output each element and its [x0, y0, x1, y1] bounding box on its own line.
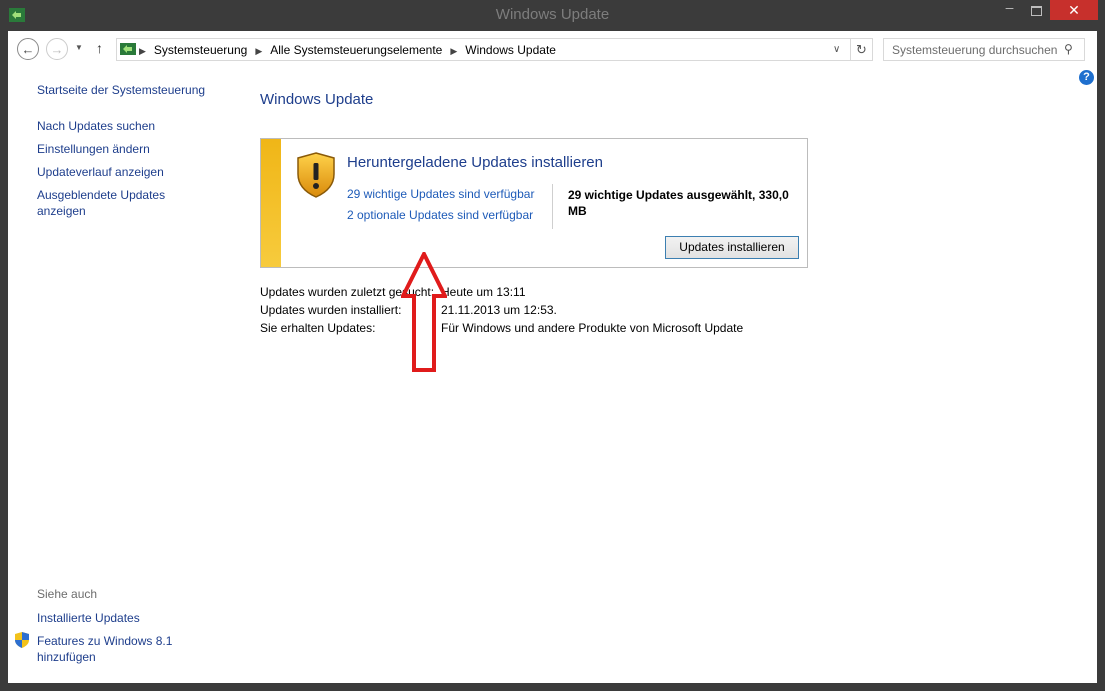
breadcrumb-systemsteuerung[interactable]: Systemsteuerung	[154, 43, 247, 57]
forward-button[interactable]: →	[46, 38, 68, 60]
sidebar-item-check-updates[interactable]: Nach Updates suchen	[37, 118, 155, 134]
back-button[interactable]: ←	[17, 38, 39, 60]
address-dropdown-icon[interactable]: ∨	[833, 44, 840, 55]
sidebar-item-update-history[interactable]: Updateverlauf anzeigen	[37, 164, 164, 180]
see-also-add-features[interactable]: Features zu Windows 8.1 hinzufügen	[37, 633, 187, 665]
update-source-label: Sie erhalten Updates:	[260, 321, 376, 335]
see-also-installed-updates[interactable]: Installierte Updates	[37, 610, 140, 626]
sidebar-item-hidden-updates[interactable]: Ausgeblendete Updates anzeigen	[37, 187, 177, 219]
search-icon[interactable]: ⚲	[1064, 42, 1073, 56]
sidebar-home-link[interactable]: Startseite der Systemsteuerung	[37, 82, 205, 98]
last-installed-label: Updates wurden installiert:	[260, 303, 402, 317]
breadcrumb-separator: ▶	[139, 46, 146, 56]
breadcrumb-alle-elemente[interactable]: Alle Systemsteuerungselemente	[270, 43, 442, 57]
up-button[interactable]: ↑	[96, 40, 103, 56]
help-icon[interactable]: ?	[1079, 70, 1094, 85]
warning-shield-icon	[297, 152, 335, 198]
last-checked-value: Heute um 13:11	[441, 285, 526, 299]
refresh-button[interactable]: ↻	[850, 39, 872, 60]
search-placeholder: Systemsteuerung durchsuchen	[892, 43, 1058, 57]
important-updates-link[interactable]: 29 wichtige Updates sind verfügbar	[347, 187, 534, 201]
panel-divider	[552, 184, 553, 229]
minimize-button[interactable]: –	[996, 0, 1023, 20]
recent-locations-dropdown[interactable]: ▼	[75, 43, 83, 52]
close-button[interactable]: ✕	[1050, 0, 1098, 20]
warning-stripe	[261, 139, 281, 267]
sidebar-item-change-settings[interactable]: Einstellungen ändern	[37, 141, 150, 157]
install-updates-button[interactable]: Updates installieren	[665, 236, 799, 259]
breadcrumb-separator[interactable]: ▶	[255, 46, 262, 56]
maximize-button[interactable]	[1023, 0, 1050, 20]
window: Windows Update – ✕ ← → ▼ ↑ ▶ Systemsteuer…	[0, 0, 1105, 691]
navigation-bar: ← → ▼ ↑ ▶ Systemsteuerung ▶ Alle Systemsteu…	[8, 31, 1097, 69]
client-area: ← → ▼ ↑ ▶ Systemsteuerung ▶ Alle Systemsteu…	[8, 31, 1097, 683]
breadcrumb-separator[interactable]: ▶	[450, 46, 457, 56]
panel-heading: Heruntergeladene Updates installieren	[347, 154, 603, 171]
breadcrumb-windows-update[interactable]: Windows Update	[465, 43, 556, 57]
update-status-panel: Heruntergeladene Updates installieren 29…	[260, 138, 808, 268]
selected-updates-summary: 29 wichtige Updates ausgewählt, 330,0 MB	[568, 188, 789, 218]
search-input[interactable]: Systemsteuerung durchsuchen ⚲	[883, 38, 1085, 61]
red-arrow-annotation	[401, 252, 447, 372]
window-title: Windows Update	[495, 6, 610, 23]
title-bar: Windows Update – ✕	[0, 0, 1105, 31]
uac-shield-icon	[15, 632, 29, 648]
optional-updates-link[interactable]: 2 optionale Updates sind verfügbar	[347, 208, 533, 222]
control-panel-icon	[120, 43, 136, 55]
address-bar[interactable]: ▶ Systemsteuerung ▶ Alle Systemsteuerungsel…	[116, 38, 873, 61]
breadcrumb: ▶ Systemsteuerung ▶ Alle Systemsteuerungsel…	[139, 43, 556, 57]
last-installed-value: 21.11.2013 um 12:53.	[441, 303, 557, 317]
page-title: Windows Update	[260, 91, 374, 108]
see-also-heading: Siehe auch	[37, 587, 98, 601]
update-source-value: Für Windows und andere Produkte von Micr…	[441, 321, 744, 335]
